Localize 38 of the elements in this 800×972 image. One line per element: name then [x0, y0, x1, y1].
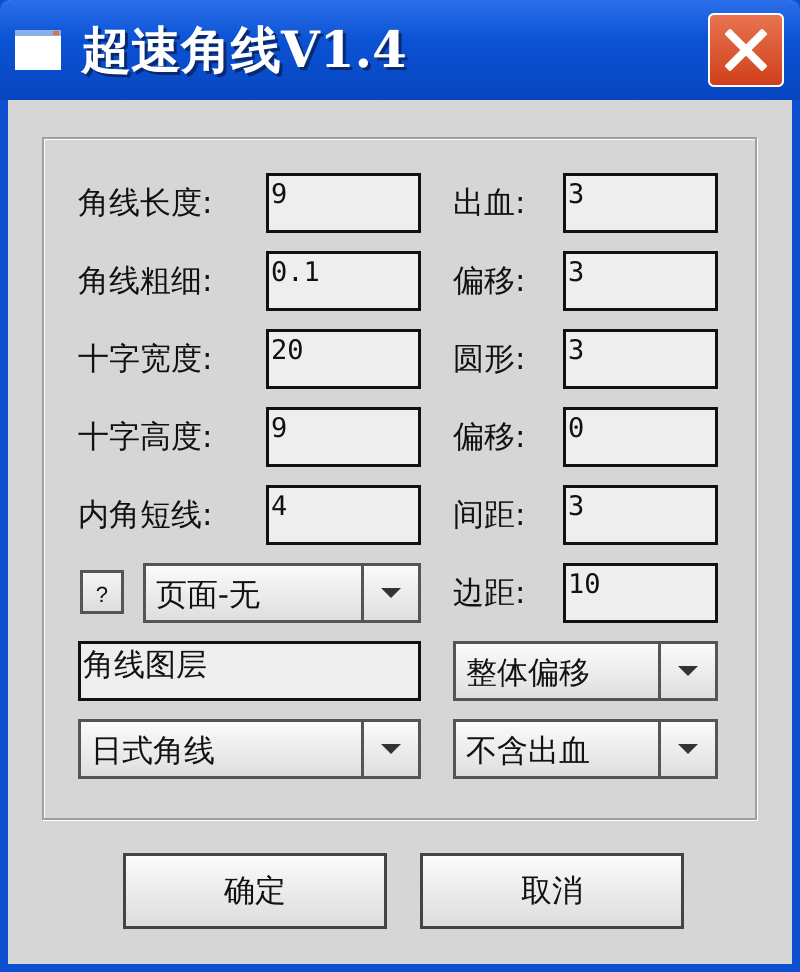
input-field[interactable]: 3: [563, 173, 718, 233]
field-label: 偏移:: [453, 262, 526, 301]
field-label: 偏移:: [453, 418, 526, 457]
field-label: 十字宽度:: [78, 340, 214, 379]
input-field[interactable]: 3: [563, 329, 718, 389]
input-field[interactable]: 3: [563, 251, 718, 311]
input-field[interactable]: 20: [266, 329, 421, 389]
dialog-button[interactable]: 确定: [123, 853, 387, 929]
field-label: 角线长度:: [78, 184, 214, 223]
input-field[interactable]: 10: [563, 563, 718, 623]
dropdown[interactable]: 整体偏移: [453, 641, 718, 701]
dialog-button[interactable]: 取消: [420, 853, 684, 929]
field-label: 圆形:: [453, 340, 526, 379]
input-field[interactable]: 0.1: [266, 251, 421, 311]
window-title: 超速角线V1.4: [81, 18, 408, 80]
input-field[interactable]: 3: [563, 485, 718, 545]
input-field[interactable]: 9: [266, 173, 421, 233]
caret-icon: [381, 744, 401, 754]
dropdown[interactable]: 不含出血: [453, 719, 718, 779]
field-label: 边距:: [453, 574, 526, 613]
field-label: 间距:: [453, 496, 526, 535]
field-label: 角线粗细:: [78, 262, 214, 301]
input-field[interactable]: 4: [266, 485, 421, 545]
dropdown[interactable]: 页面-无: [142, 563, 421, 623]
close-button[interactable]: [708, 13, 784, 87]
dropdown[interactable]: 日式角线: [78, 719, 421, 779]
close-icon: [725, 29, 767, 71]
field-label: 十字高度:: [78, 418, 214, 457]
field-label: 出血:: [453, 184, 526, 223]
caret-icon: [678, 666, 698, 676]
input-field[interactable]: 角线图层: [78, 641, 421, 701]
help-button[interactable]: ?: [80, 570, 124, 614]
input-field[interactable]: 9: [266, 407, 421, 467]
caret-icon: [381, 588, 401, 598]
input-field[interactable]: 0: [563, 407, 718, 467]
field-label: 内角短线:: [78, 496, 214, 535]
window-icon: [15, 30, 61, 70]
caret-icon: [678, 744, 698, 754]
